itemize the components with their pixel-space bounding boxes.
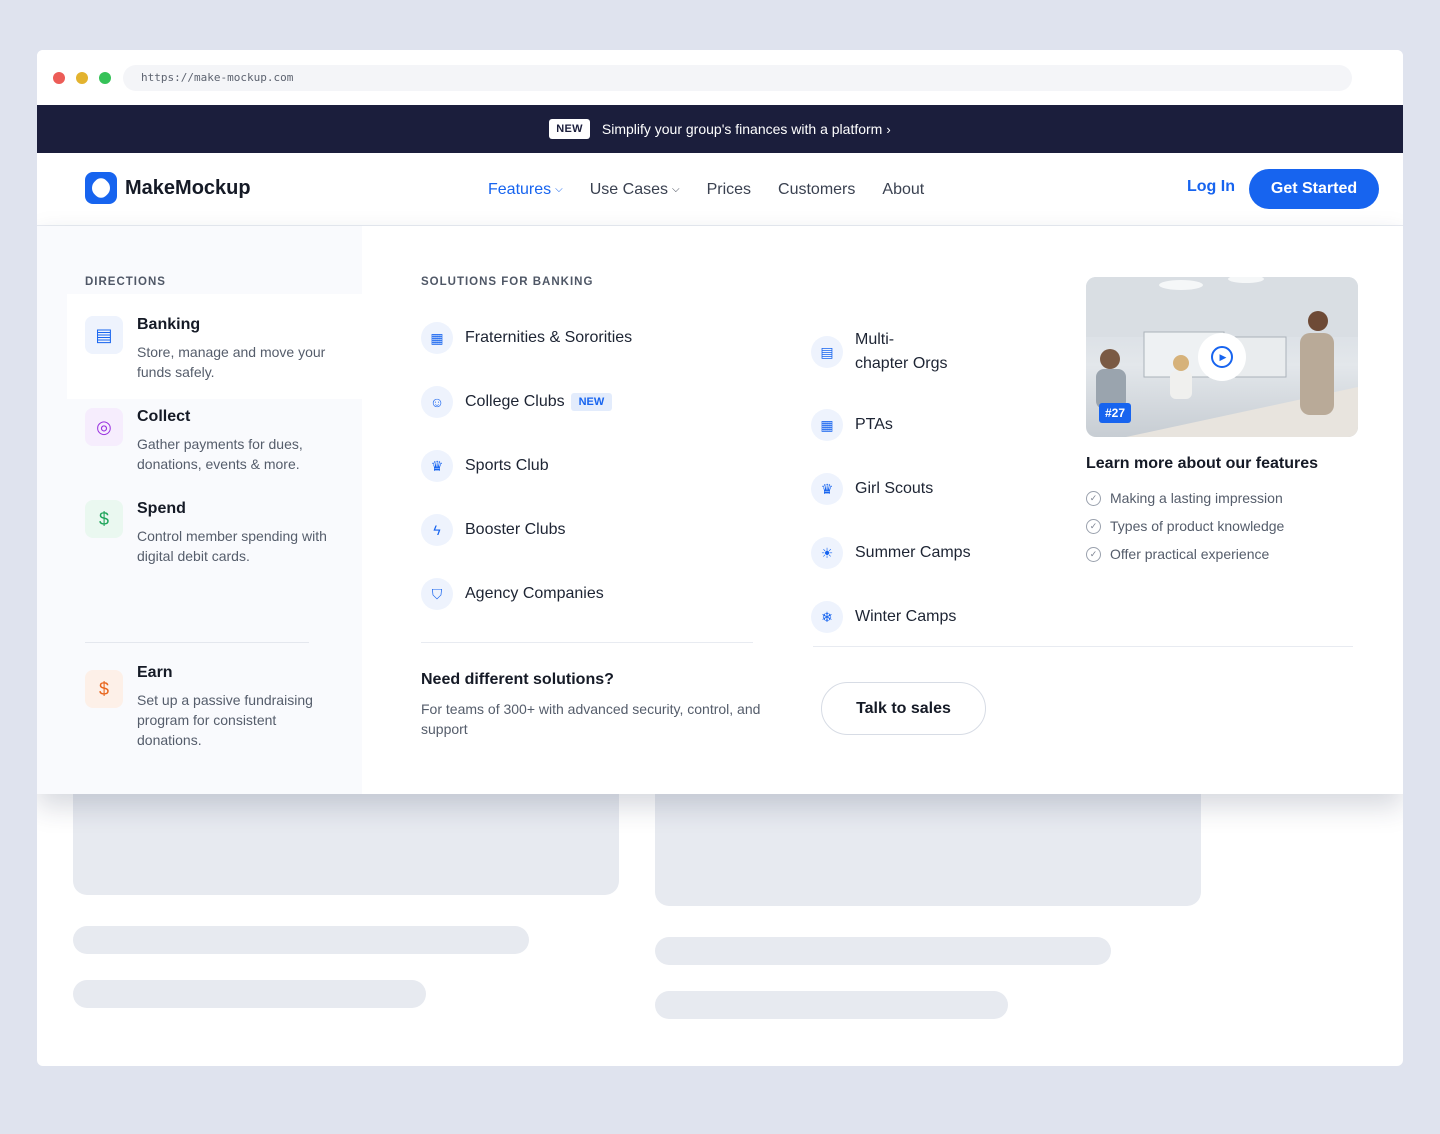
- nav-item-use-cases[interactable]: Use Cases ⌵: [590, 181, 680, 199]
- main-navigation: MakeMockup Features ⌵ Use Cases ⌵ Prices Cust…: [37, 153, 1403, 226]
- direction-title: Spend: [137, 500, 186, 517]
- chevron-down-icon: ⌵: [555, 184, 563, 195]
- trophy-icon: ♛: [811, 473, 843, 505]
- solution-item[interactable]: ⛉ Agency Companies: [421, 578, 604, 610]
- learn-list-item: ✓ Types of product knowledge: [1086, 518, 1284, 534]
- solution-item[interactable]: ♛ Girl Scouts: [811, 473, 933, 505]
- bank-icon: ▤: [85, 316, 123, 354]
- announcement-banner[interactable]: NEW Simplify your group's finances with …: [37, 105, 1403, 153]
- need-solutions-desc: For teams of 300+ with advanced security…: [421, 701, 761, 737]
- check-circle-icon: ✓: [1086, 518, 1101, 534]
- brand-logo[interactable]: MakeMockup: [85, 172, 251, 204]
- solution-item[interactable]: ☀ Summer Camps: [811, 537, 971, 569]
- solution-label: Agency Companies: [465, 585, 604, 602]
- login-link[interactable]: Log In: [1187, 178, 1235, 196]
- browser-window: https://make-mockup.com NEW Simplify you…: [37, 50, 1403, 1066]
- coins-icon: ◎: [85, 408, 123, 446]
- solution-label: Girl Scouts: [855, 480, 934, 497]
- solution-item[interactable]: ❄ Winter Camps: [811, 601, 956, 633]
- trophy-icon: ♛: [421, 450, 453, 482]
- direction-title: Earn: [137, 664, 173, 681]
- brand-name: MakeMockup: [125, 176, 251, 199]
- nav-item-features[interactable]: Features ⌵: [488, 181, 563, 199]
- solution-item[interactable]: ☺ College Clubs NEW: [421, 386, 613, 418]
- direction-title: Collect: [137, 408, 191, 425]
- logo-icon: [85, 172, 117, 204]
- content-placeholder-line: [655, 937, 1111, 965]
- bolt-icon: ϟ: [421, 514, 453, 546]
- shield-icon: ⛉: [421, 578, 453, 610]
- direction-title: Banking: [137, 316, 201, 333]
- play-icon: ▶: [1211, 346, 1233, 368]
- building-icon: ▦: [421, 322, 453, 354]
- video-thumbnail[interactable]: ▶ #27: [1086, 277, 1358, 437]
- divider: [421, 642, 753, 643]
- nav-item-about[interactable]: About: [882, 181, 924, 199]
- building-icon: ▦: [811, 409, 843, 441]
- solution-item[interactable]: ▦ Fraternities & Sororities: [421, 322, 632, 354]
- dollar-icon: $: [85, 500, 123, 538]
- direction-item-banking[interactable]: ▤ Banking Store, manage and move your fu…: [67, 294, 362, 399]
- divider: [813, 646, 1353, 647]
- check-circle-icon: ✓: [1086, 546, 1101, 562]
- get-started-button[interactable]: Get Started: [1249, 169, 1379, 209]
- need-solutions-title: Need different solutions?: [421, 671, 614, 688]
- learn-list-item: ✓ Making a lasting impression: [1086, 490, 1283, 506]
- solution-item[interactable]: ▤ Multi-chapter Orgs: [811, 328, 947, 376]
- direction-desc: Set up a passive fundraising program for…: [137, 692, 313, 748]
- direction-desc: Control member spending with digital deb…: [137, 528, 327, 564]
- directions-label: DIRECTIONS: [85, 276, 166, 288]
- solution-item[interactable]: ▦ PTAs: [811, 409, 893, 441]
- divider: [85, 642, 309, 643]
- solution-label: Booster Clubs: [465, 521, 566, 538]
- solution-label: PTAs: [855, 416, 893, 433]
- episode-badge: #27: [1099, 403, 1132, 423]
- nav-menu: Features ⌵ Use Cases ⌵ Prices Customers About: [488, 153, 951, 226]
- solutions-label: SOLUTIONS FOR BANKING: [421, 276, 594, 288]
- maximize-window-icon[interactable]: [99, 72, 111, 84]
- talk-to-sales-button[interactable]: Talk to sales: [821, 682, 986, 735]
- learn-more-title: Learn more about our features: [1086, 455, 1319, 472]
- building-icon: ▤: [811, 336, 843, 368]
- direction-item-spend[interactable]: $ Spend Control member spending with dig…: [67, 491, 362, 581]
- nav-item-customers[interactable]: Customers: [778, 181, 855, 199]
- check-circle-icon: ✓: [1086, 490, 1101, 506]
- nav-item-prices[interactable]: Prices: [707, 181, 751, 199]
- solution-item[interactable]: ϟ Booster Clubs: [421, 514, 566, 546]
- solution-label: Sports Club: [465, 457, 549, 474]
- direction-item-earn[interactable]: $ Earn Set up a passive fundraising prog…: [67, 656, 362, 756]
- direction-item-collect[interactable]: ◎ Collect Gather payments for dues, dona…: [67, 399, 362, 491]
- banner-text: Simplify your group's finances with a pl…: [601, 121, 883, 137]
- solution-label: Multi-chapter Orgs: [855, 331, 948, 372]
- close-window-icon[interactable]: [53, 72, 65, 84]
- direction-desc: Store, manage and move your funds safely…: [137, 344, 326, 380]
- new-tag: NEW: [570, 393, 613, 411]
- address-bar[interactable]: https://make-mockup.com: [123, 65, 1352, 91]
- play-button[interactable]: ▶: [1198, 333, 1246, 381]
- solution-label: College Clubs: [465, 393, 565, 410]
- chevron-right-icon: ›: [886, 121, 891, 137]
- new-badge: NEW: [549, 119, 590, 139]
- dollar-circle-icon: $: [85, 670, 123, 708]
- minimize-window-icon[interactable]: [76, 72, 88, 84]
- direction-desc: Gather payments for dues, donations, eve…: [137, 436, 303, 472]
- chevron-down-icon: ⌵: [671, 184, 680, 195]
- learn-list-item: ✓ Offer practical experience: [1086, 546, 1269, 562]
- features-mega-menu: DIRECTIONS ▤ Banking Store, manage and m…: [37, 226, 1403, 794]
- directions-column: DIRECTIONS ▤ Banking Store, manage and m…: [37, 226, 362, 794]
- content-placeholder-line: [73, 980, 426, 1008]
- sun-icon: ☀: [811, 537, 843, 569]
- solution-label: Summer Camps: [855, 544, 971, 561]
- content-placeholder-line: [655, 991, 1008, 1019]
- snowflake-icon: ❄: [811, 601, 843, 633]
- solution-label: Winter Camps: [855, 608, 957, 625]
- browser-chrome: https://make-mockup.com: [37, 50, 1403, 105]
- solution-label: Fraternities & Sororities: [465, 329, 633, 346]
- solution-item[interactable]: ♛ Sports Club: [421, 450, 549, 482]
- content-placeholder-line: [73, 926, 529, 954]
- users-icon: ☺: [421, 386, 453, 418]
